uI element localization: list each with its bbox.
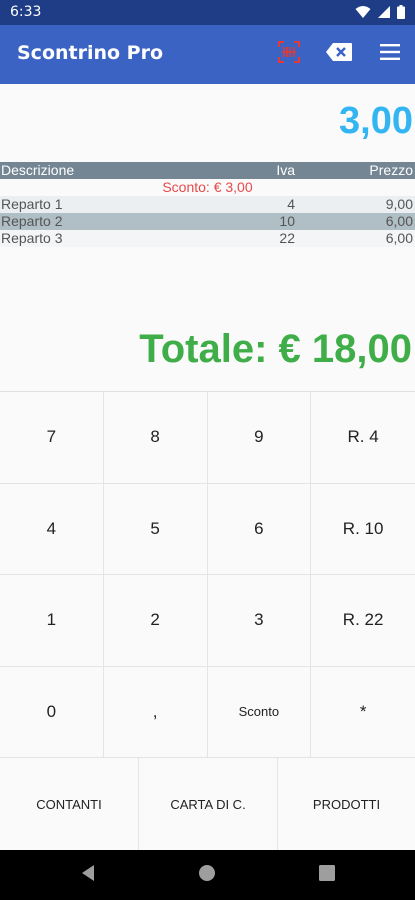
comma-key[interactable]: , [103,666,208,758]
status-icons [355,4,405,23]
header-descrizione: Descrizione [1,162,75,178]
wifi-icon [355,4,371,23]
reparto-4-button[interactable]: R. 4 [311,392,415,484]
key-8[interactable]: 8 [103,392,208,484]
sconto-row: Sconto: € 3,00 [0,179,415,196]
key-9[interactable]: 9 [207,392,312,484]
barcode-scan-button[interactable] [274,39,304,69]
sconto-button[interactable]: Sconto [207,666,312,758]
signal-icon [377,4,391,23]
nav-home-icon [198,864,216,886]
key-3[interactable]: 3 [207,575,312,667]
table-row[interactable]: Reparto 3 22 6,00 [0,230,415,247]
keypad: 7 8 9 R. 4 4 5 6 R. 10 1 2 3 R. 22 0 , S… [0,391,415,758]
receipt-table: Descrizione Iva Prezzo Sconto: € 3,00 Re… [0,162,415,247]
nav-back-icon [80,864,96,886]
row-descrizione: Reparto 2 [1,213,63,229]
total-display: Totale: € 18,00 [139,327,412,371]
sconto-text: Sconto: € 3,00 [162,179,253,195]
multiply-key[interactable]: * [311,666,415,758]
header-iva: Iva [276,162,295,178]
row-descrizione: Reparto 1 [1,196,63,212]
app-bar: Scontrino Pro [0,25,415,84]
key-0[interactable]: 0 [0,666,104,758]
barcode-scan-icon [277,40,301,68]
row-prezzo: 6,00 [385,213,413,229]
payment-buttons: CONTANTI CARTA DI C. PRODOTTI [0,758,415,850]
header-prezzo: Prezzo [369,162,413,178]
key-6[interactable]: 6 [207,483,312,575]
table-row[interactable]: Reparto 1 4 9,00 [0,196,415,213]
key-4[interactable]: 4 [0,483,104,575]
row-descrizione: Reparto 3 [1,230,63,246]
nav-back-button[interactable] [78,865,98,885]
row-iva: 22 [279,230,295,246]
key-5[interactable]: 5 [103,483,208,575]
menu-button[interactable] [375,39,405,69]
table-row[interactable]: Reparto 2 10 6,00 [0,213,415,230]
current-amount-display: 3,00 [339,100,413,142]
row-iva: 4 [287,196,295,212]
key-7[interactable]: 7 [0,392,104,484]
key-2[interactable]: 2 [103,575,208,667]
row-prezzo: 9,00 [385,196,413,212]
backspace-button[interactable] [324,39,354,69]
status-time: 6:33 [10,4,42,20]
row-iva: 10 [279,213,295,229]
prodotti-button[interactable]: PRODOTTI [278,758,415,850]
status-bar: 6:33 [0,0,415,25]
navigation-bar [0,850,415,900]
menu-icon [380,44,400,64]
nav-recents-button[interactable] [317,865,337,885]
table-header: Descrizione Iva Prezzo [0,162,415,179]
row-prezzo: 6,00 [385,230,413,246]
battery-icon [397,4,405,23]
nav-recents-icon [319,865,335,885]
app-title: Scontrino Pro [17,42,164,64]
key-1[interactable]: 1 [0,575,104,667]
contanti-button[interactable]: CONTANTI [0,758,139,850]
backspace-icon [325,42,353,66]
nav-home-button[interactable] [197,865,217,885]
reparto-22-button[interactable]: R. 22 [311,575,415,667]
carta-button[interactable]: CARTA DI C. [139,758,278,850]
reparto-10-button[interactable]: R. 10 [311,483,415,575]
